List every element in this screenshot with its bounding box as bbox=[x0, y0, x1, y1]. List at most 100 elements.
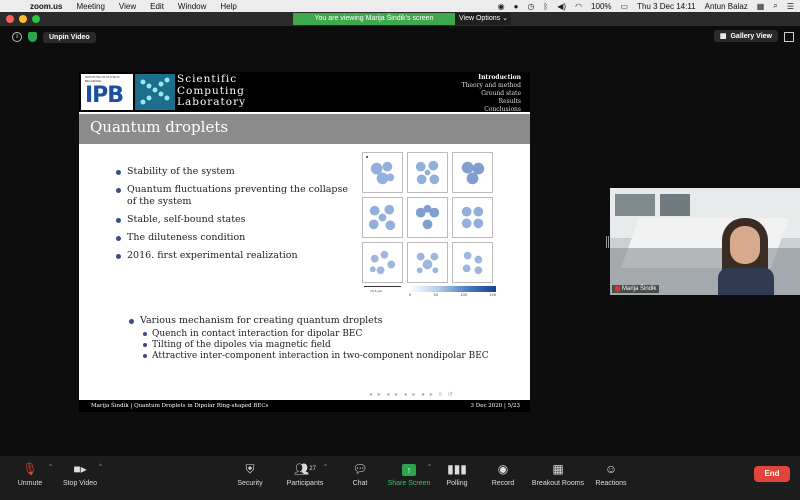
colorbar-tick: 0 bbox=[409, 293, 412, 297]
menu-view[interactable]: View bbox=[119, 2, 136, 11]
density-image bbox=[368, 204, 396, 231]
colorbar-tick: 100 bbox=[460, 293, 467, 297]
end-meeting-button[interactable]: End bbox=[754, 466, 790, 482]
scale-bar-label: 10.5 μm bbox=[370, 289, 383, 293]
record-status-icon[interactable]: ● bbox=[514, 2, 519, 11]
lab-line-3: Laboratory bbox=[177, 96, 247, 108]
participant-name-tag: Marija Šindik bbox=[612, 285, 660, 293]
droplet-figure: a 10.5 μm 0 50 100 150 bbox=[362, 152, 496, 300]
nav-introduction: Introduction bbox=[478, 74, 521, 81]
app-menus: zoom.us Meeting View Edit Window Help bbox=[30, 2, 237, 11]
footer-author-title: Marija Šindik | Quantum Droplets in Dipo… bbox=[91, 403, 269, 409]
control-center-icon[interactable]: ☰ bbox=[787, 2, 794, 11]
volume-icon[interactable]: ◀) bbox=[557, 2, 566, 11]
breakout-rooms-label: Breakout Rooms bbox=[531, 480, 585, 487]
slide-section-nav: Introduction Theory and method Ground st… bbox=[462, 74, 521, 114]
density-panel bbox=[407, 152, 448, 193]
shield-icon: ⛨ bbox=[245, 462, 255, 476]
density-image bbox=[415, 160, 440, 185]
slide-title-bar: Quantum droplets bbox=[79, 114, 530, 144]
density-image bbox=[415, 204, 440, 230]
slide-title: Quantum droplets bbox=[90, 118, 229, 136]
gallery-view-button[interactable]: ▦ Gallery View bbox=[713, 30, 778, 42]
colorbar-ticks: 0 50 100 150 bbox=[409, 293, 496, 297]
chevron-up-icon[interactable]: ^ bbox=[99, 464, 102, 470]
record-button[interactable]: ◉ Record bbox=[473, 460, 533, 487]
zoom-window-icon[interactable] bbox=[32, 15, 40, 23]
battery-percent[interactable]: 100% bbox=[591, 2, 611, 11]
unpin-video-button[interactable]: Unpin Video bbox=[43, 31, 96, 43]
breakout-rooms-button[interactable]: ▦ Breakout Rooms bbox=[528, 460, 588, 487]
fullscreen-icon[interactable] bbox=[784, 32, 794, 42]
density-panel bbox=[362, 197, 403, 238]
footer-date-page: 3 Dec 2020 | 5/23 bbox=[470, 403, 520, 409]
wifi-icon[interactable]: ◠ bbox=[575, 2, 582, 11]
room-window bbox=[615, 194, 655, 216]
bluetooth-icon[interactable]: ᛒ bbox=[543, 2, 548, 11]
status-area: ◉ ● ◷ ᛒ ◀) ◠ 100% ▭ Thu 3 Dec 14:11 Antu… bbox=[498, 0, 794, 12]
video-drag-handle[interactable] bbox=[606, 236, 609, 248]
beamer-nav-icons: ◂ ▸ ◂ ▸ ◂ ▸ ◂ ▸ ≡ ↺ bbox=[369, 392, 455, 398]
window-controls bbox=[6, 15, 40, 23]
nav-conclusions: Conclusions bbox=[484, 106, 521, 113]
close-window-icon[interactable] bbox=[6, 15, 14, 23]
slide-header: INSTITUTE OF PHYSICS BELGRADE IPB Scient… bbox=[79, 72, 530, 114]
room-window bbox=[660, 194, 690, 216]
menu-window[interactable]: Window bbox=[178, 2, 206, 11]
grid-icon: ▦ bbox=[719, 33, 727, 40]
chevron-up-icon[interactable]: ^ bbox=[324, 464, 327, 470]
user-name[interactable]: Antun Balaz bbox=[705, 2, 748, 11]
density-image bbox=[370, 161, 395, 185]
record-icon: ◉ bbox=[497, 462, 509, 476]
slide-footer: Marija Šindik | Quantum Droplets in Dipo… bbox=[79, 400, 530, 412]
view-options-button[interactable]: View Options ⌄ bbox=[455, 13, 511, 25]
bullet-item: Stable, self-bound states bbox=[116, 214, 357, 226]
menu-app-name[interactable]: zoom.us bbox=[30, 2, 62, 11]
density-panel bbox=[452, 242, 493, 283]
nav-theory: Theory and method bbox=[461, 82, 521, 89]
zoom-status-icon[interactable]: ◉ bbox=[498, 2, 505, 11]
density-panel bbox=[407, 197, 448, 238]
bullet-item: Various mechanism for creating quantum d… bbox=[129, 315, 520, 362]
nav-results: Results bbox=[498, 98, 521, 105]
view-options-label: View Options bbox=[459, 15, 501, 22]
time-machine-icon[interactable]: ◷ bbox=[527, 2, 534, 11]
menu-meeting[interactable]: Meeting bbox=[76, 2, 104, 11]
minimize-window-icon[interactable] bbox=[19, 15, 27, 23]
meeting-toolbar: 🎙︎ Unmute ^ ■▸ Stop Video ^ ⛨ Security 👥… bbox=[0, 456, 800, 500]
participants-button[interactable]: 👥︎27 Participants ^ bbox=[275, 460, 335, 487]
bullet-list: Stability of the system Quantum fluctuat… bbox=[116, 166, 357, 268]
security-label: Security bbox=[237, 480, 263, 487]
encryption-shield-icon[interactable] bbox=[28, 32, 37, 42]
spotlight-search-icon[interactable]: ⌕ bbox=[773, 1, 777, 11]
participant-face bbox=[730, 226, 760, 264]
bullet-item: The diluteness condition bbox=[116, 232, 357, 244]
density-image bbox=[461, 161, 485, 185]
participants-count: 27 bbox=[309, 466, 316, 472]
sub-bullet-item: Tilting of the dipoles via magnetic fiel… bbox=[143, 340, 520, 351]
participant-video[interactable]: Marija Šindik bbox=[610, 188, 800, 295]
flag-icon[interactable]: ▦ bbox=[757, 2, 765, 11]
lab-line-1: Scientific bbox=[177, 73, 238, 85]
menu-help[interactable]: Help bbox=[220, 2, 236, 11]
stop-video-button[interactable]: ■▸ Stop Video ^ bbox=[50, 460, 110, 487]
info-icon[interactable]: i bbox=[12, 32, 22, 42]
reactions-button[interactable]: ☺ Reactions bbox=[581, 460, 641, 487]
density-image bbox=[462, 251, 483, 275]
sub-bullet-item: Attractive inter-component interaction i… bbox=[143, 351, 520, 362]
record-label: Record bbox=[491, 480, 515, 487]
gallery-view-label: Gallery View bbox=[730, 32, 772, 40]
smiley-plus-icon: ☺ bbox=[604, 462, 618, 476]
menu-edit[interactable]: Edit bbox=[150, 2, 164, 11]
mic-muted-icon bbox=[615, 286, 620, 292]
macos-menu-bar: zoom.us Meeting View Edit Window Help ◉ … bbox=[0, 0, 800, 12]
density-image bbox=[461, 206, 484, 229]
clock[interactable]: Thu 3 Dec 14:11 bbox=[637, 2, 696, 11]
panel-label: a bbox=[366, 154, 369, 159]
reactions-label: Reactions bbox=[595, 480, 627, 487]
bullet-item: Quantum fluctuations preventing the coll… bbox=[116, 184, 357, 208]
top-left-controls: i Unpin Video bbox=[12, 30, 96, 44]
sub-bullet-list: Quench in contact interaction for dipola… bbox=[143, 329, 520, 362]
security-button[interactable]: ⛨ Security bbox=[220, 460, 280, 487]
ipb-logo-small: INSTITUTE OF PHYSICS BELGRADE bbox=[85, 75, 120, 83]
